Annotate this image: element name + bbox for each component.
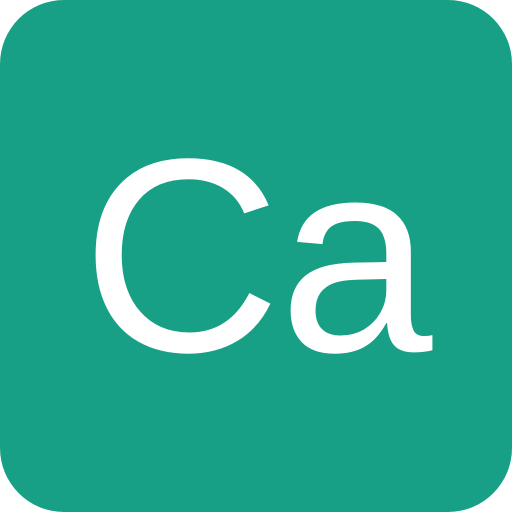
app-icon-tile: Ca	[0, 0, 512, 512]
element-symbol-text: Ca	[81, 102, 433, 410]
